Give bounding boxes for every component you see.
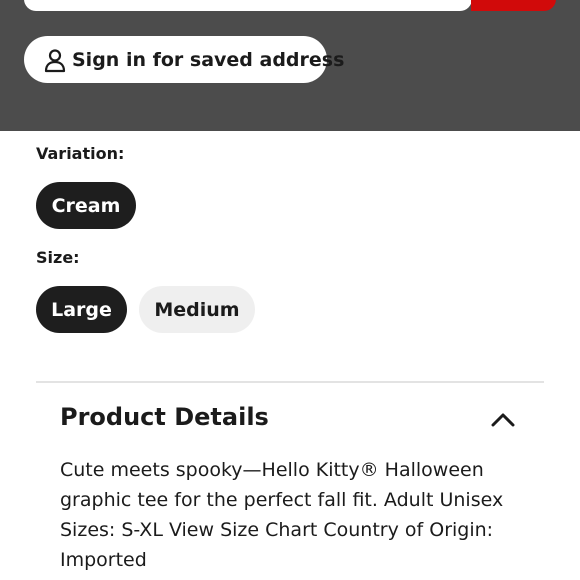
section-divider (36, 381, 544, 383)
variation-label: Variation: (36, 144, 125, 163)
product-details-description: Cute meets spooky—Hello Kitty® Halloween… (60, 459, 504, 571)
sign-in-label: Sign in for saved address (72, 48, 345, 71)
size-option-large[interactable]: Large (36, 286, 127, 333)
product-details-title[interactable]: Product Details (60, 403, 269, 431)
user-icon (42, 47, 68, 73)
size-option-medium[interactable]: Medium (139, 286, 255, 333)
sign-in-saved-address-button[interactable]: Sign in for saved address (24, 36, 344, 83)
chevron-up-icon[interactable] (488, 404, 518, 434)
header-bar: Sign in for saved address (0, 0, 580, 131)
search-button[interactable] (471, 0, 556, 11)
search-input[interactable] (24, 0, 472, 11)
size-label: Size: (36, 248, 80, 267)
variation-option-cream[interactable]: Cream (36, 182, 136, 229)
